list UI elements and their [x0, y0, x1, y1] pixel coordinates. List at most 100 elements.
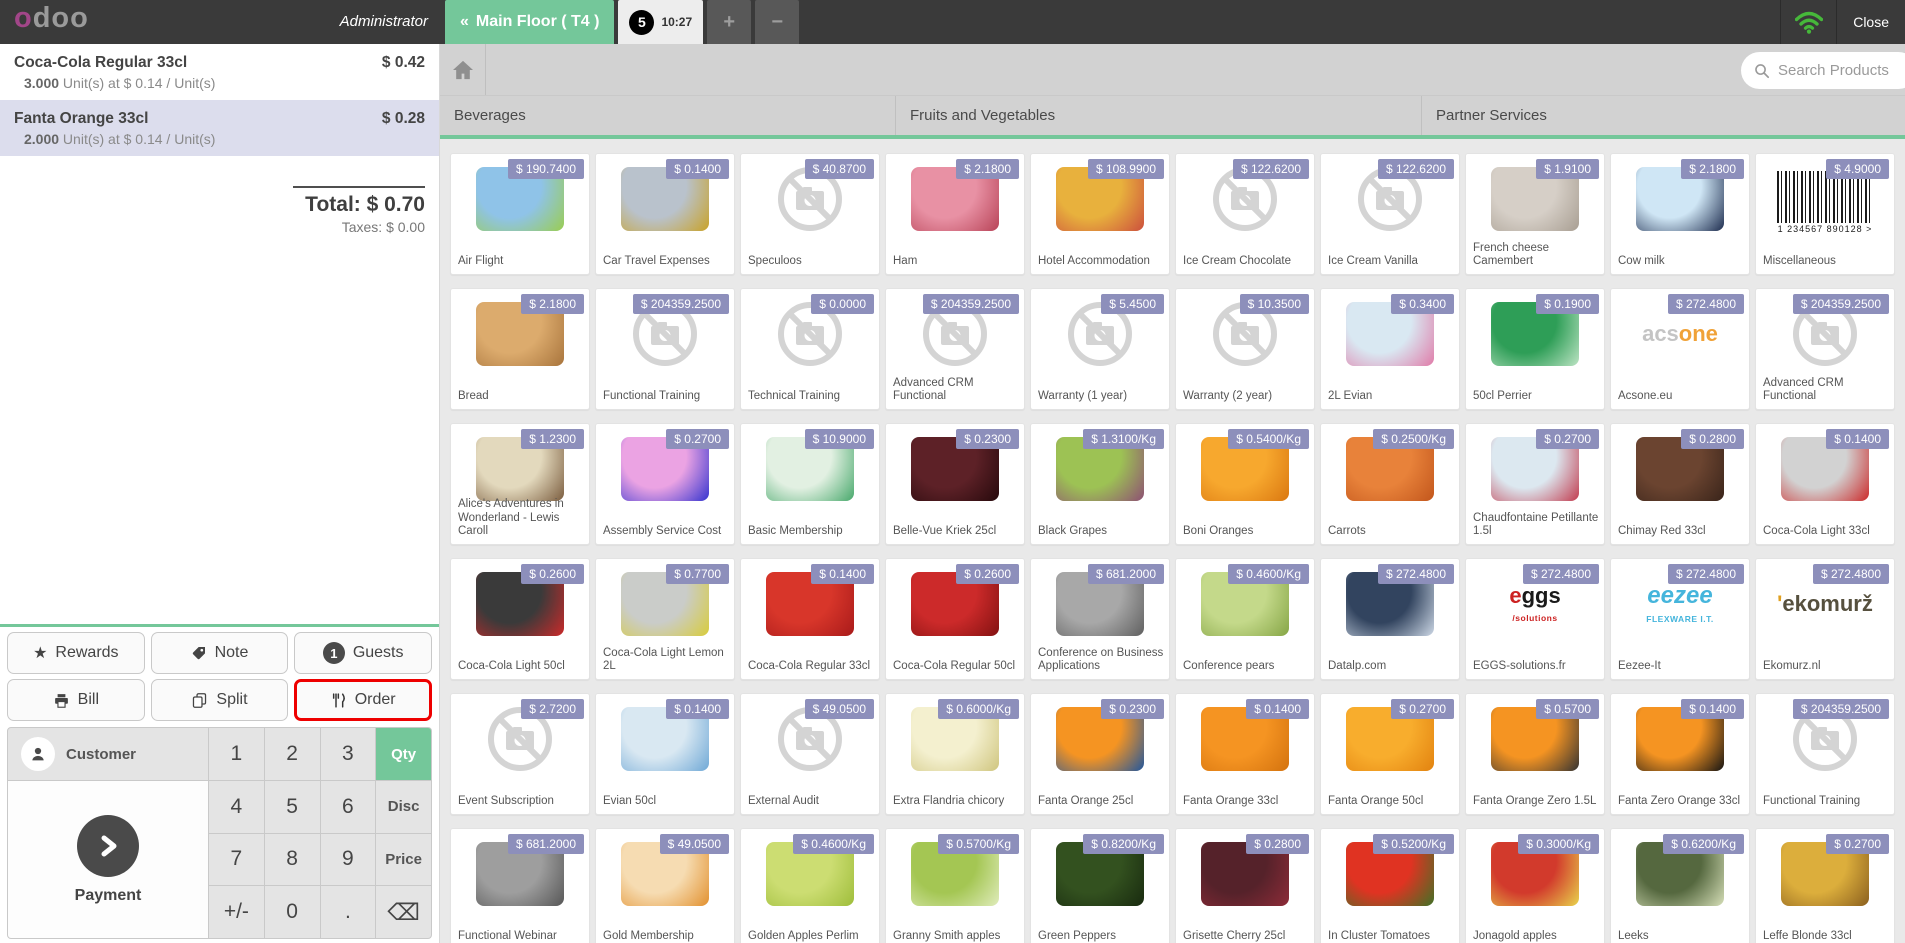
product-tile[interactable]: $ 0.4600/Kg Golden Apples Perlim [740, 828, 880, 943]
product-tile[interactable]: $ 2.1800 Bread [450, 288, 590, 410]
product-tile[interactable]: $ 0.5700/Kg Granny Smith apples [885, 828, 1025, 943]
product-tile[interactable]: $ 190.7400 Air Flight [450, 153, 590, 275]
product-tile[interactable]: $ 0.1400 Coca-Cola Regular 33cl [740, 558, 880, 680]
product-tile[interactable]: $ 272.4800 eggs/solutions EGGS-solutions… [1465, 558, 1605, 680]
product-tile[interactable]: $ 122.6200 Ice Cream Chocolate [1175, 153, 1315, 275]
product-name: Technical Training [748, 390, 875, 404]
product-tile[interactable]: $ 0.2700 Fanta Orange 50cl [1320, 693, 1460, 815]
product-tile[interactable]: $ 0.2700 Assembly Service Cost [595, 423, 735, 545]
product-tile[interactable]: $ 204359.2500 Functional Training [1755, 693, 1895, 815]
product-tile[interactable]: $ 0.0000 Technical Training [740, 288, 880, 410]
bill-button[interactable]: Bill [7, 679, 145, 721]
numpad-key-+/-[interactable]: +/- [209, 886, 264, 938]
product-tile[interactable]: $ 0.2600 Coca-Cola Regular 50cl [885, 558, 1025, 680]
product-tile[interactable]: $ 0.1400 Fanta Zero Orange 33cl [1610, 693, 1750, 815]
order-line[interactable]: Coca-Cola Regular 33cl $ 0.42 3.000 Unit… [0, 44, 439, 100]
product-tile[interactable]: $ 272.4800 'ekomurž Ekomurz.nl [1755, 558, 1895, 680]
search-input[interactable] [1778, 62, 1898, 79]
product-tile[interactable]: $ 1.2300 Alice's Adventures in Wonderlan… [450, 423, 590, 545]
product-tile[interactable]: $ 49.0500 Gold Membership [595, 828, 735, 943]
numpad-key-4[interactable]: 4 [209, 781, 264, 833]
product-tile[interactable]: $ 49.0500 External Audit [740, 693, 880, 815]
split-button[interactable]: Split [151, 679, 289, 721]
product-tile[interactable]: $ 5.4500 Warranty (1 year) [1030, 288, 1170, 410]
product-tile[interactable]: $ 681.2000 Conference on Business Applic… [1030, 558, 1170, 680]
guests-button[interactable]: 1 Guests [294, 632, 432, 674]
numpad-key-5[interactable]: 5 [265, 781, 320, 833]
numpad-key-0[interactable]: 0 [265, 886, 320, 938]
numpad-key-disc[interactable]: Disc [376, 781, 431, 833]
product-tile[interactable]: $ 204359.2500 Advanced CRM Functional [1755, 288, 1895, 410]
product-tile[interactable]: $ 0.2700 Leffe Blonde 33cl [1755, 828, 1895, 943]
product-tile[interactable]: $ 2.1800 Ham [885, 153, 1025, 275]
product-name: Carrots [1328, 525, 1455, 539]
product-tile[interactable]: $ 0.2800 Chimay Red 33cl [1610, 423, 1750, 545]
numpad-key-7[interactable]: 7 [209, 834, 264, 886]
product-tile[interactable]: $ 0.2300 Belle-Vue Kriek 25cl [885, 423, 1025, 545]
product-tile[interactable]: $ 272.4800 eezeeFLEXWARE I.T. Eezee-It [1610, 558, 1750, 680]
numpad-key-backspace[interactable]: ⌫ [376, 886, 431, 938]
product-tile[interactable]: $ 0.3000/Kg Jonagold apples [1465, 828, 1605, 943]
product-tile[interactable]: $ 0.6000/Kg Extra Flandria chicory [885, 693, 1025, 815]
product-tile[interactable]: $ 2.1800 Cow milk [1610, 153, 1750, 275]
rewards-button[interactable]: ★ Rewards [7, 632, 145, 674]
category-tab-partner-services[interactable]: Partner Services [1422, 96, 1905, 135]
payment-button[interactable]: Payment [8, 781, 208, 938]
numpad-key-3[interactable]: 3 [321, 728, 376, 780]
numpad-key-1[interactable]: 1 [209, 728, 264, 780]
product-tile[interactable]: $ 0.1400 Car Travel Expenses [595, 153, 735, 275]
product-tile[interactable]: $ 1.9100 French cheese Camembert [1465, 153, 1605, 275]
numpad-key-2[interactable]: 2 [265, 728, 320, 780]
product-tile[interactable]: $ 0.5400/Kg Boni Oranges [1175, 423, 1315, 545]
product-tile[interactable]: $ 40.8700 Speculoos [740, 153, 880, 275]
product-tile[interactable]: $ 122.6200 Ice Cream Vanilla [1320, 153, 1460, 275]
product-tile[interactable]: $ 4.9000 1 234567 890128 > Miscellaneous [1755, 153, 1895, 275]
numpad-key-8[interactable]: 8 [265, 834, 320, 886]
product-tile[interactable]: $ 204359.2500 Functional Training [595, 288, 735, 410]
product-tile[interactable]: $ 0.1400 Evian 50cl [595, 693, 735, 815]
order-button[interactable]: Order [294, 679, 432, 721]
numpad-key-price[interactable]: Price [376, 834, 431, 886]
category-tab-beverages[interactable]: Beverages [440, 96, 896, 135]
customer-button[interactable]: Customer [8, 728, 208, 780]
product-tile[interactable]: $ 10.3500 Warranty (2 year) [1175, 288, 1315, 410]
product-tile[interactable]: $ 0.1900 50cl Perrier [1465, 288, 1605, 410]
home-category-button[interactable] [440, 44, 486, 95]
numpad-key-qty[interactable]: Qty [376, 728, 431, 780]
product-tile[interactable]: $ 272.4800 acsone Acsone.eu [1610, 288, 1750, 410]
product-tile[interactable]: $ 0.5700 Fanta Orange Zero 1.5L [1465, 693, 1605, 815]
note-button[interactable]: Note [151, 632, 289, 674]
product-tile[interactable]: $ 0.2500/Kg Carrots [1320, 423, 1460, 545]
add-order-button[interactable]: + [707, 0, 751, 44]
numpad-key-9[interactable]: 9 [321, 834, 376, 886]
product-tile[interactable]: $ 2.7200 Event Subscription [450, 693, 590, 815]
remove-order-button[interactable]: − [755, 0, 799, 44]
product-tile[interactable]: $ 0.2800 Grisette Cherry 25cl [1175, 828, 1315, 943]
product-tile[interactable]: $ 0.4600/Kg Conference pears [1175, 558, 1315, 680]
product-tile[interactable]: $ 0.3400 2L Evian [1320, 288, 1460, 410]
order-line[interactable]: Fanta Orange 33cl $ 0.28 2.000 Unit(s) a… [0, 100, 439, 156]
product-tile[interactable]: $ 272.4800 Datalp.com [1320, 558, 1460, 680]
product-tile[interactable]: $ 10.9000 Basic Membership [740, 423, 880, 545]
wifi-status-icon[interactable] [1780, 0, 1836, 44]
product-tile[interactable]: $ 108.9900 Hotel Accommodation [1030, 153, 1170, 275]
product-tile[interactable]: $ 1.3100/Kg Black Grapes [1030, 423, 1170, 545]
product-tile[interactable]: $ 0.1400 Coca-Cola Light 33cl [1755, 423, 1895, 545]
close-button[interactable]: Close [1836, 0, 1905, 44]
product-tile[interactable]: $ 0.2600 Coca-Cola Light 50cl [450, 558, 590, 680]
product-tile[interactable]: $ 0.6200/Kg Leeks [1610, 828, 1750, 943]
product-tile[interactable]: $ 0.2700 Chaudfontaine Petillante 1.5l [1465, 423, 1605, 545]
product-tile[interactable]: $ 0.5200/Kg In Cluster Tomatoes [1320, 828, 1460, 943]
product-name: Cow milk [1618, 255, 1745, 269]
numpad-key-6[interactable]: 6 [321, 781, 376, 833]
tab-current-order[interactable]: 5 10:27 [618, 0, 703, 44]
product-tile[interactable]: $ 0.7700 Coca-Cola Light Lemon 2L [595, 558, 735, 680]
product-tile[interactable]: $ 204359.2500 Advanced CRM Functional [885, 288, 1025, 410]
category-tab-fruits-and-vegetables[interactable]: Fruits and Vegetables [896, 96, 1422, 135]
numpad-key-.[interactable]: . [321, 886, 376, 938]
product-tile[interactable]: $ 0.2300 Fanta Orange 25cl [1030, 693, 1170, 815]
tab-main-floor[interactable]: «Main Floor ( T4 ) [445, 0, 614, 44]
product-tile[interactable]: $ 0.1400 Fanta Orange 33cl [1175, 693, 1315, 815]
product-tile[interactable]: $ 0.8200/Kg Green Peppers [1030, 828, 1170, 943]
product-tile[interactable]: $ 681.2000 Functional Webinar [450, 828, 590, 943]
